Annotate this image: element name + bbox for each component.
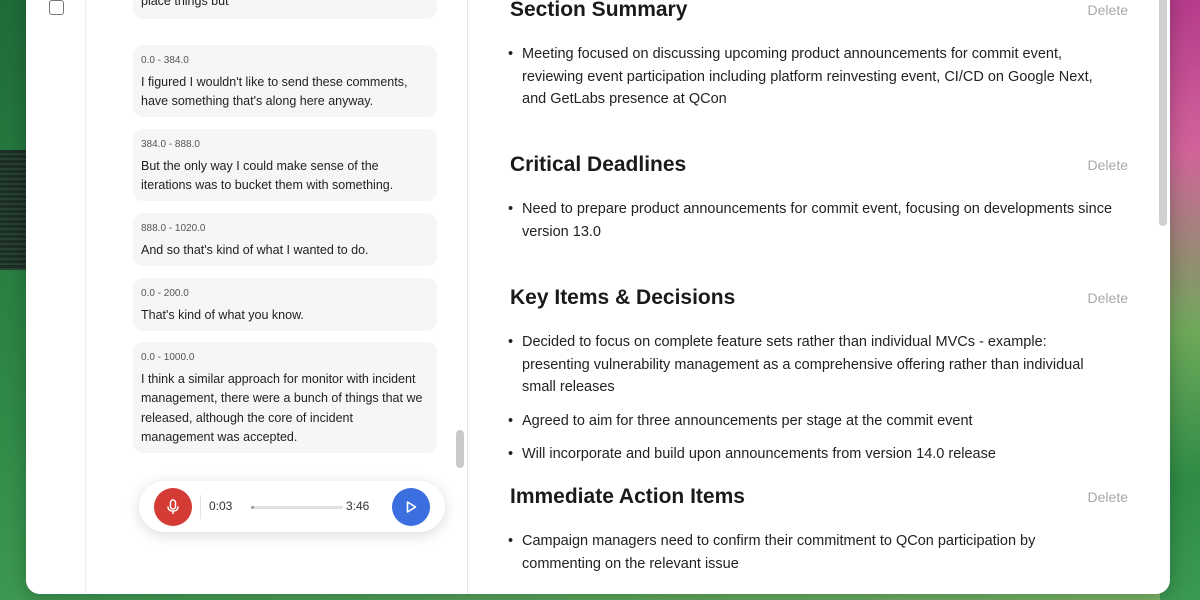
summary-scrollbar[interactable] <box>1159 0 1167 226</box>
section-list: Meeting focused on discussing upcoming p… <box>508 43 1130 111</box>
progress-fill <box>251 506 254 509</box>
transcript-segment[interactable]: 0.0 - 384.0 I figured I wouldn't like to… <box>133 45 437 117</box>
list-item: Meeting focused on discussing upcoming p… <box>508 43 1115 111</box>
summary-section: Critical Deadlines Delete Need to prepar… <box>508 152 1130 254</box>
segment-time: 888.0 - 1020.0 <box>141 223 206 234</box>
segment-text: I figured I wouldn't like to send these … <box>141 75 408 109</box>
summary-section: Key Items & Decisions Delete Decided to … <box>508 285 1130 477</box>
audio-player: 0:03 3:46 <box>139 481 445 532</box>
delete-button[interactable]: Delete <box>1088 157 1128 173</box>
list-item: Need to prepare product announcements fo… <box>508 198 1115 243</box>
app-window: place things but 0.0 - 384.0 I figured I… <box>26 0 1170 594</box>
desktop-background-terminal <box>0 150 26 270</box>
transcript-segment[interactable]: 0.0 - 200.0 That's kind of what you know… <box>133 278 437 331</box>
play-icon <box>406 501 417 513</box>
segment-time: 0.0 - 1000.0 <box>141 352 195 363</box>
transcript-panel: place things but 0.0 - 384.0 I figured I… <box>87 0 468 594</box>
transcript-segment[interactable]: 384.0 - 888.0 But the only way I could m… <box>133 129 437 201</box>
delete-button[interactable]: Delete <box>1088 489 1128 505</box>
play-button[interactable] <box>392 488 430 526</box>
section-title: Critical Deadlines <box>510 153 687 176</box>
segment-text: But the only way I could make sense of t… <box>141 159 394 193</box>
segment-time: 0.0 - 384.0 <box>141 55 189 66</box>
segment-time: 0.0 - 200.0 <box>141 288 189 299</box>
total-time: 3:46 <box>346 499 370 513</box>
microphone-icon <box>167 499 179 514</box>
left-panel <box>26 0 86 594</box>
current-time: 0:03 <box>209 499 233 513</box>
section-list: Need to prepare product announcements fo… <box>508 198 1130 243</box>
section-title: Immediate Action Items <box>510 485 745 508</box>
transcript-segment[interactable]: 0.0 - 1000.0 I think a similar approach … <box>133 342 437 453</box>
progress-track[interactable] <box>251 506 343 509</box>
list-item: Decided to focus on complete feature set… <box>508 331 1115 399</box>
section-title: Section Summary <box>510 0 688 21</box>
section-list: Decided to focus on complete feature set… <box>508 331 1130 466</box>
segment-time: 384.0 - 888.0 <box>141 139 200 150</box>
select-checkbox[interactable] <box>49 0 64 15</box>
section-list: Campaign managers need to confirm their … <box>508 530 1130 575</box>
delete-button[interactable]: Delete <box>1088 2 1128 18</box>
transcript-scrollbar[interactable] <box>456 430 464 468</box>
summary-panel: Section Summary Delete Meeting focused o… <box>469 0 1159 594</box>
list-item: Will incorporate and build upon announce… <box>508 443 1115 466</box>
transcript-segment[interactable]: 888.0 - 1020.0 And so that's kind of wha… <box>133 213 437 266</box>
transcript-segment[interactable]: place things but <box>133 0 437 20</box>
record-button[interactable] <box>154 488 192 526</box>
segment-text: place things but <box>141 0 229 8</box>
segment-text: And so that's kind of what I wanted to d… <box>141 243 369 257</box>
summary-section: Immediate Action Items Delete Campaign m… <box>508 484 1130 586</box>
summary-section: Section Summary Delete Meeting focused o… <box>508 0 1130 122</box>
section-title: Key Items & Decisions <box>510 286 736 309</box>
segment-text: That's kind of what you know. <box>141 308 304 322</box>
delete-button[interactable]: Delete <box>1088 290 1128 306</box>
list-item: Agreed to aim for three announcements pe… <box>508 410 1115 433</box>
player-divider <box>200 495 201 519</box>
list-item: Campaign managers need to confirm their … <box>508 530 1115 575</box>
segment-text: I think a similar approach for monitor w… <box>141 372 423 444</box>
